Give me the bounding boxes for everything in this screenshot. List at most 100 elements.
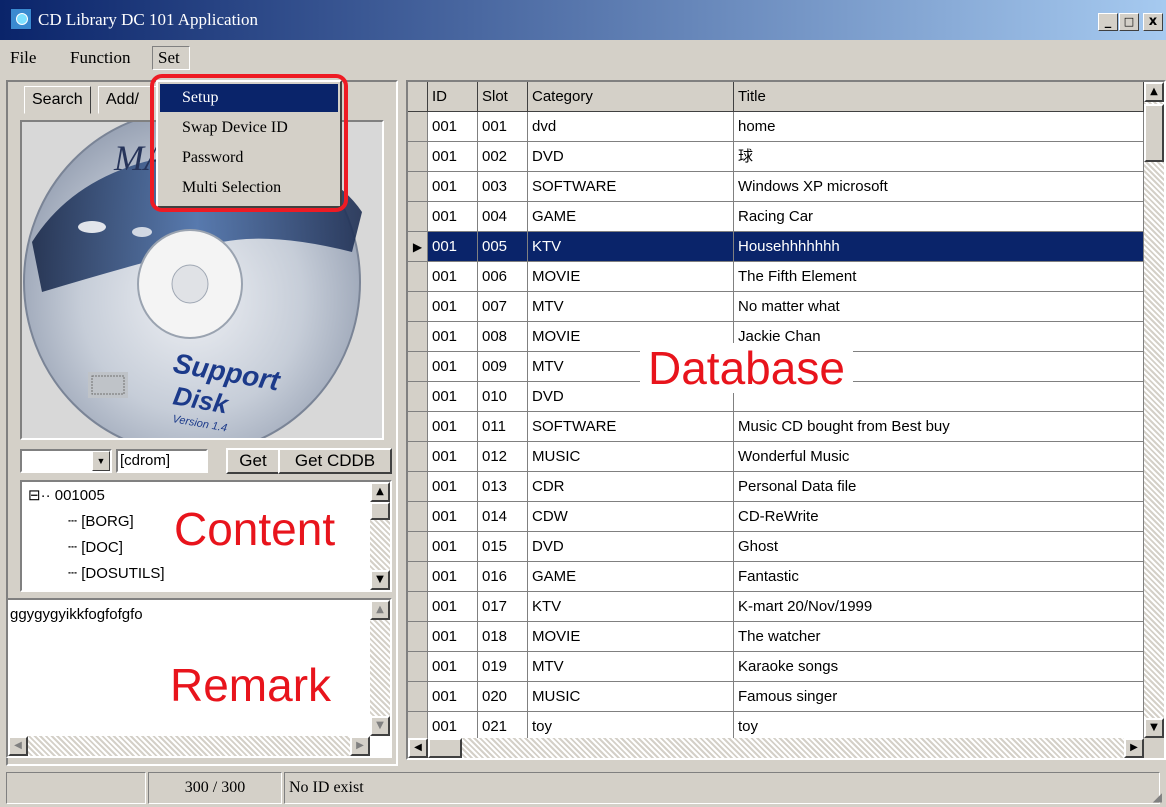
drive-input[interactable]: [cdrom] — [116, 449, 208, 473]
scroll-thumb[interactable] — [428, 738, 462, 758]
table-cell[interactable]: SOFTWARE — [528, 412, 734, 442]
row-indicator[interactable] — [408, 622, 428, 652]
table-cell[interactable]: 001 — [428, 142, 478, 172]
scroll-left-icon[interactable]: ◀ — [408, 738, 428, 758]
table-cell[interactable]: Music CD bought from Best buy — [734, 412, 1144, 442]
row-indicator[interactable] — [408, 202, 428, 232]
get-button[interactable]: Get — [226, 448, 280, 474]
close-button[interactable]: x — [1143, 13, 1163, 31]
tab-search[interactable]: Search — [24, 86, 91, 114]
scroll-down-icon[interactable]: ▼ — [370, 716, 390, 736]
tree-item[interactable]: ┄ [BORG] — [68, 512, 134, 530]
table-cell[interactable]: 001 — [428, 412, 478, 442]
table-cell[interactable]: DVD — [528, 532, 734, 562]
column-header[interactable]: Slot — [478, 82, 528, 112]
table-cell[interactable]: 013 — [478, 472, 528, 502]
row-indicator[interactable] — [408, 142, 428, 172]
table-cell[interactable]: 012 — [478, 442, 528, 472]
table-cell[interactable]: 004 — [478, 202, 528, 232]
table-cell[interactable]: 002 — [478, 142, 528, 172]
table-cell[interactable]: 001 — [428, 172, 478, 202]
table-cell[interactable]: The Fifth Element — [734, 262, 1144, 292]
scroll-down-icon[interactable]: ▼ — [1144, 718, 1164, 738]
remark-hscrollbar[interactable]: ◀ ▶ — [8, 736, 370, 756]
table-cell[interactable]: 001 — [428, 652, 478, 682]
scroll-up-icon[interactable]: ▲ — [370, 600, 390, 620]
table-cell[interactable]: 006 — [478, 262, 528, 292]
table-cell[interactable]: home — [734, 112, 1144, 142]
tab-add[interactable]: Add/ — [98, 86, 158, 114]
scroll-thumb[interactable] — [1144, 104, 1164, 162]
scroll-left-icon[interactable]: ◀ — [8, 736, 28, 756]
table-cell[interactable]: 001 — [428, 472, 478, 502]
row-indicator[interactable] — [408, 562, 428, 592]
table-cell[interactable]: 001 — [428, 292, 478, 322]
menu-set[interactable]: Set — [152, 46, 190, 70]
minimize-button[interactable]: _ — [1098, 13, 1118, 31]
table-cell[interactable]: 001 — [428, 262, 478, 292]
remark-vscrollbar[interactable]: ▲ ▼ — [370, 600, 390, 736]
table-cell[interactable]: 001 — [428, 502, 478, 532]
table-cell[interactable]: 001 — [428, 382, 478, 412]
row-indicator[interactable] — [408, 292, 428, 322]
table-cell[interactable]: 020 — [478, 682, 528, 712]
tree-scrollbar[interactable]: ▲ ▼ — [370, 482, 390, 590]
table-cell[interactable]: 007 — [478, 292, 528, 322]
collapse-icon[interactable]: ⊟ — [28, 487, 41, 504]
column-header[interactable]: Title — [734, 82, 1144, 112]
row-indicator[interactable] — [408, 172, 428, 202]
row-indicator[interactable] — [408, 472, 428, 502]
table-cell[interactable]: 008 — [478, 322, 528, 352]
table-cell[interactable]: Windows XP microsoft — [734, 172, 1144, 202]
table-cell[interactable]: 001 — [428, 352, 478, 382]
table-cell[interactable]: 017 — [478, 592, 528, 622]
table-cell[interactable]: Karaoke songs — [734, 652, 1144, 682]
tree-item[interactable]: ┄ [DOSUTILS] — [68, 564, 165, 582]
table-cell[interactable]: 019 — [478, 652, 528, 682]
table-cell[interactable]: CDR — [528, 472, 734, 502]
row-indicator[interactable] — [408, 322, 428, 352]
row-indicator[interactable] — [408, 262, 428, 292]
menu-function[interactable]: Function — [70, 48, 130, 68]
table-cell[interactable]: 001 — [428, 562, 478, 592]
scroll-right-icon[interactable]: ▶ — [1124, 738, 1144, 758]
table-cell[interactable]: SOFTWARE — [528, 172, 734, 202]
column-header[interactable]: ID — [428, 82, 478, 112]
tree-item-root[interactable]: ⊟·· 001005 — [28, 486, 105, 504]
table-cell[interactable]: 001 — [428, 322, 478, 352]
table-cell[interactable]: 001 — [428, 532, 478, 562]
column-header[interactable]: Category — [528, 82, 734, 112]
row-indicator[interactable] — [408, 412, 428, 442]
row-indicator[interactable] — [408, 112, 428, 142]
table-cell[interactable]: The watcher — [734, 622, 1144, 652]
row-indicator[interactable] — [408, 532, 428, 562]
table-cell[interactable]: 001 — [428, 442, 478, 472]
table-cell[interactable]: CD-ReWrite — [734, 502, 1144, 532]
table-cell[interactable]: 001 — [478, 112, 528, 142]
row-indicator[interactable] — [408, 682, 428, 712]
table-cell[interactable]: Famous singer — [734, 682, 1144, 712]
table-cell[interactable]: 001 — [428, 592, 478, 622]
table-cell[interactable]: 001 — [428, 622, 478, 652]
chevron-down-icon[interactable]: ▼ — [92, 451, 110, 471]
title-bar[interactable]: CD Library DC 101 Application _ □ x — [0, 0, 1166, 40]
table-cell[interactable]: MTV — [528, 292, 734, 322]
scroll-up-icon[interactable]: ▲ — [370, 482, 390, 502]
table-cell[interactable]: Wonderful Music — [734, 442, 1144, 472]
scroll-up-icon[interactable]: ▲ — [1144, 82, 1164, 102]
table-cell[interactable]: No matter what — [734, 292, 1144, 322]
table-cell[interactable]: MUSIC — [528, 682, 734, 712]
table-cell[interactable]: Ghost — [734, 532, 1144, 562]
table-cell[interactable]: 001 — [428, 232, 478, 262]
table-cell[interactable]: Househhhhhhh — [734, 232, 1144, 262]
device-combo[interactable]: ▼ — [20, 449, 112, 473]
table-cell[interactable]: CDW — [528, 502, 734, 532]
scroll-right-icon[interactable]: ▶ — [350, 736, 370, 756]
tree-item[interactable]: ┄ [DOC] — [68, 538, 123, 556]
table-cell[interactable]: 001 — [428, 202, 478, 232]
table-cell[interactable]: MOVIE — [528, 262, 734, 292]
table-cell[interactable]: MUSIC — [528, 442, 734, 472]
row-indicator[interactable] — [408, 442, 428, 472]
table-cell[interactable]: DVD — [528, 142, 734, 172]
table-cell[interactable]: 001 — [428, 112, 478, 142]
